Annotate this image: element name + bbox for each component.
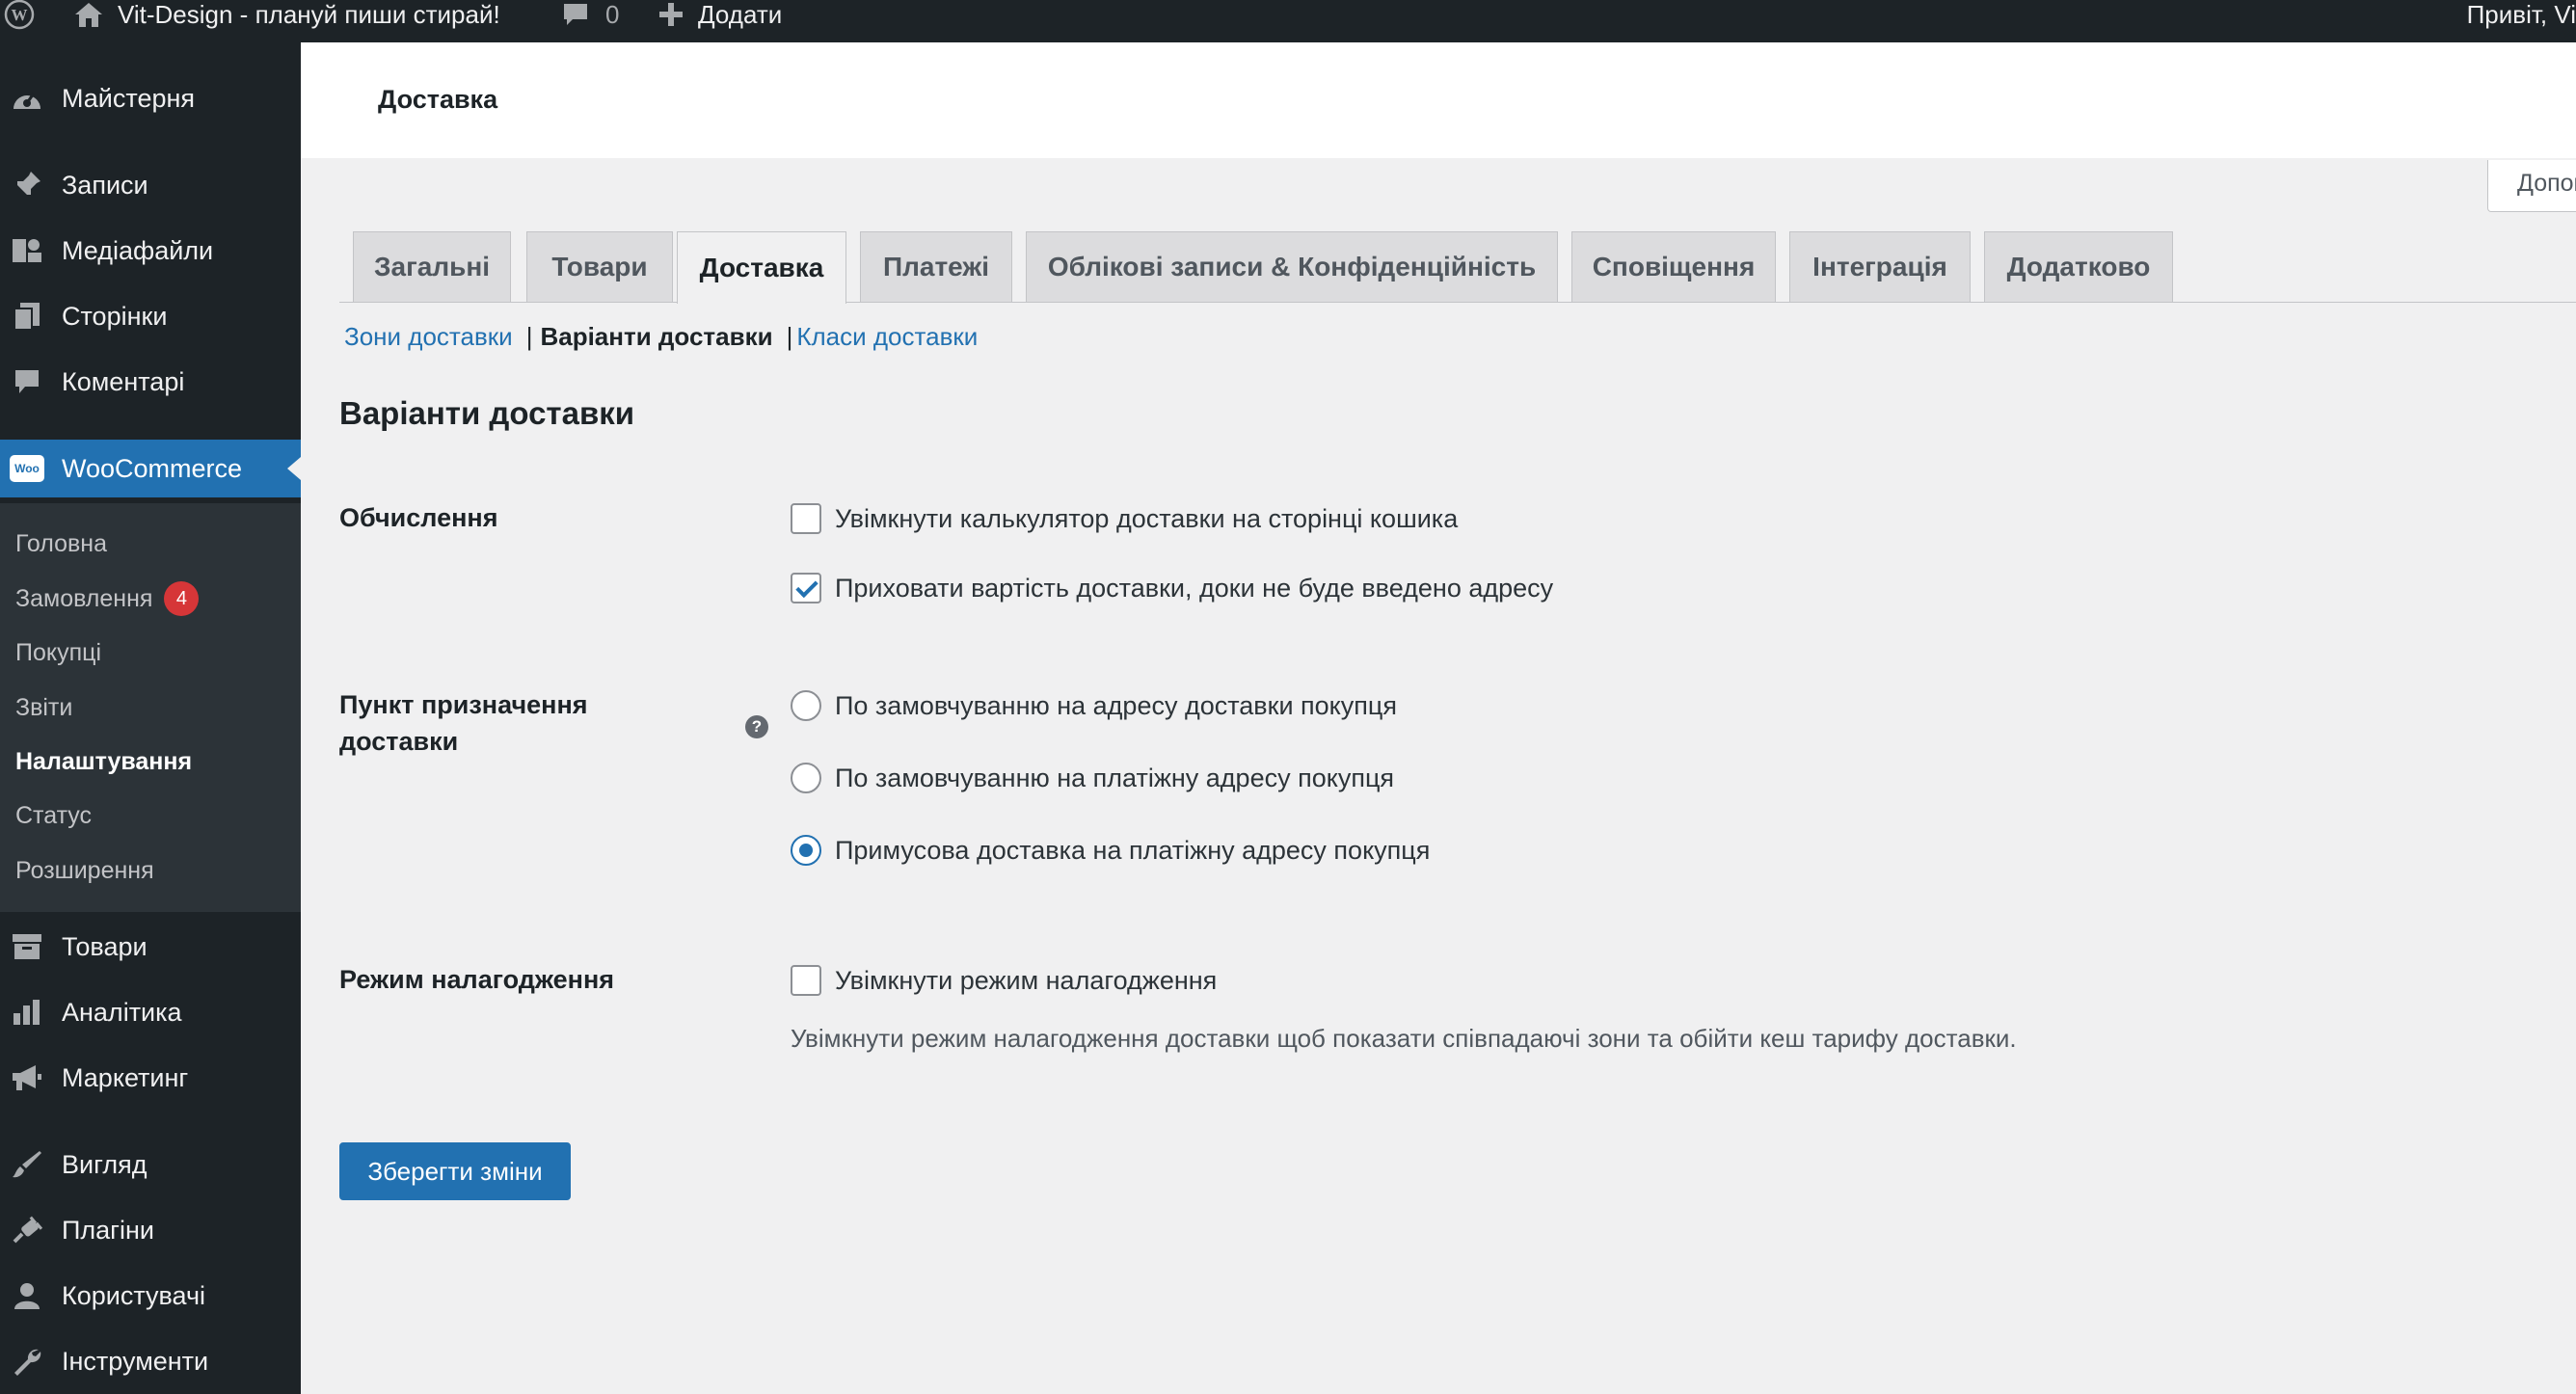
submenu-status[interactable]: Статус — [15, 796, 92, 835]
menu-marketing[interactable]: Маркетинг — [0, 1049, 301, 1107]
plugin-icon — [10, 1213, 44, 1247]
tab-accounts-privacy[interactable]: Облікові записи & Конфіденційність — [1026, 231, 1558, 302]
page-title: Доставка — [378, 85, 498, 114]
orders-count-badge: 4 — [164, 581, 200, 616]
comment-icon — [10, 364, 44, 399]
destination-option-billing[interactable]: По замовчуванню на платіжну адресу покуп… — [791, 763, 1394, 793]
hide-shipping-cost-checkbox[interactable] — [791, 573, 821, 603]
tab-integration[interactable]: Інтеграція — [1789, 231, 1971, 302]
howdy-text: Привіт, Vi — [2466, 0, 2576, 29]
wrench-icon — [10, 1344, 44, 1379]
submenu-home[interactable]: Головна — [15, 524, 107, 563]
submenu-orders[interactable]: Замовлення 4 — [15, 579, 200, 618]
svg-text:W: W — [12, 6, 28, 24]
submenu-settings[interactable]: Налаштування — [15, 742, 192, 781]
cart-calculator-checkbox[interactable] — [791, 503, 821, 534]
add-new-label: Додати — [698, 0, 783, 29]
home-icon — [73, 0, 104, 29]
subnav-shipping-options: Варіанти доставки — [540, 322, 773, 351]
wordpress-logo-icon[interactable]: W — [4, 0, 46, 30]
comment-bubble-icon — [561, 1, 590, 28]
subnav-separator: | — [786, 322, 793, 351]
menu-appearance[interactable]: Вигляд — [0, 1136, 301, 1193]
tab-products[interactable]: Товари — [526, 231, 673, 302]
section-title: Варіанти доставки — [339, 395, 635, 431]
megaphone-icon — [10, 1060, 44, 1095]
calculations-label: Обчислення — [339, 503, 498, 532]
debug-mode-checkbox[interactable] — [791, 965, 821, 996]
submenu-reports[interactable]: Звіти — [15, 688, 72, 727]
menu-analytics[interactable]: Аналітика — [0, 983, 301, 1041]
dashboard-icon — [10, 81, 44, 116]
woocommerce-submenu-panel: Головна Замовлення 4 Покупці Звіти Налашт… — [0, 503, 301, 912]
menu-media[interactable]: Медіафайли — [0, 222, 301, 280]
chart-icon — [10, 995, 44, 1030]
destination-radio-force-billing[interactable] — [791, 835, 821, 866]
media-icon — [10, 233, 44, 268]
debug-mode-description: Увімкнути режим налагодження доставки що… — [791, 1024, 2017, 1053]
help-tab-button[interactable]: Допомога — [2487, 160, 2576, 212]
archive-icon — [10, 929, 44, 964]
user-icon — [10, 1278, 44, 1313]
tab-emails[interactable]: Сповіщення — [1571, 231, 1776, 302]
tab-general[interactable]: Загальні — [353, 231, 511, 302]
tab-advanced[interactable]: Додатково — [1984, 231, 2173, 302]
debug-mode-option[interactable]: Увімкнути режим налагодження — [791, 965, 1217, 996]
page-header: Доставка — [301, 42, 2576, 158]
subnav-separator: | — [525, 322, 533, 351]
menu-products[interactable]: Товари — [0, 918, 301, 976]
save-changes-button[interactable]: Зберегти зміни — [339, 1142, 571, 1200]
menu-users[interactable]: Користувачі — [0, 1267, 301, 1325]
menu-posts[interactable]: Записи — [0, 156, 301, 214]
debug-mode-label: Режим налагодження — [339, 965, 615, 994]
pages-icon — [10, 299, 44, 334]
submenu-extensions[interactable]: Розширення — [15, 851, 154, 890]
destination-option-force-billing[interactable]: Примусова доставка на платіжну адресу по… — [791, 835, 1430, 866]
plus-icon — [657, 1, 684, 28]
woo-icon: Woo — [10, 451, 44, 486]
brush-icon — [10, 1147, 44, 1182]
menu-dashboard[interactable]: Майстерня — [0, 69, 301, 127]
destination-radio-shipping[interactable] — [791, 690, 821, 721]
cart-calculator-option[interactable]: Увімкнути калькулятор доставки на сторін… — [791, 503, 1458, 534]
submenu-customers[interactable]: Покупці — [15, 633, 101, 672]
comments-link[interactable]: 0 — [561, 0, 619, 29]
tab-shipping[interactable]: Доставка — [677, 231, 846, 304]
destination-radio-billing[interactable] — [791, 763, 821, 793]
site-home-link[interactable]: Vit-Design - плануй пиши стирай! — [73, 0, 500, 29]
menu-plugins[interactable]: Плагіни — [0, 1201, 301, 1259]
menu-comments[interactable]: Коментарі — [0, 353, 301, 411]
help-tip-icon[interactable]: ? — [745, 715, 768, 738]
tab-payments[interactable]: Платежі — [860, 231, 1012, 302]
shipping-subnav: Зони доставки | Варіанти доставки | Клас… — [344, 322, 978, 352]
hide-shipping-cost-option[interactable]: Приховати вартість доставки, доки не буд… — [791, 573, 1553, 603]
comments-count: 0 — [605, 0, 620, 29]
pin-icon — [10, 168, 44, 202]
admin-bar: W Vit-Design - плануй пиши стирай! 0 Дод… — [0, 0, 2576, 42]
account-menu[interactable]: Привіт, Vi — [2467, 0, 2576, 29]
destination-option-shipping[interactable]: По замовчуванню на адресу доставки покуп… — [791, 690, 1397, 721]
menu-woocommerce[interactable]: Woo WooCommerce — [0, 440, 301, 497]
menu-pages[interactable]: Сторінки — [0, 287, 301, 345]
subnav-shipping-classes[interactable]: Класи доставки — [796, 322, 978, 352]
shipping-destination-label: Пункт призначення доставки — [339, 690, 588, 756]
subnav-shipping-zones[interactable]: Зони доставки — [344, 322, 513, 352]
menu-tools[interactable]: Інструменти — [0, 1332, 301, 1390]
site-name: Vit-Design - плануй пиши стирай! — [118, 0, 500, 29]
add-new-link[interactable]: Додати — [657, 0, 782, 29]
settings-tabs: Загальні Товари Доставка Платежі Обліков… — [339, 231, 2576, 304]
